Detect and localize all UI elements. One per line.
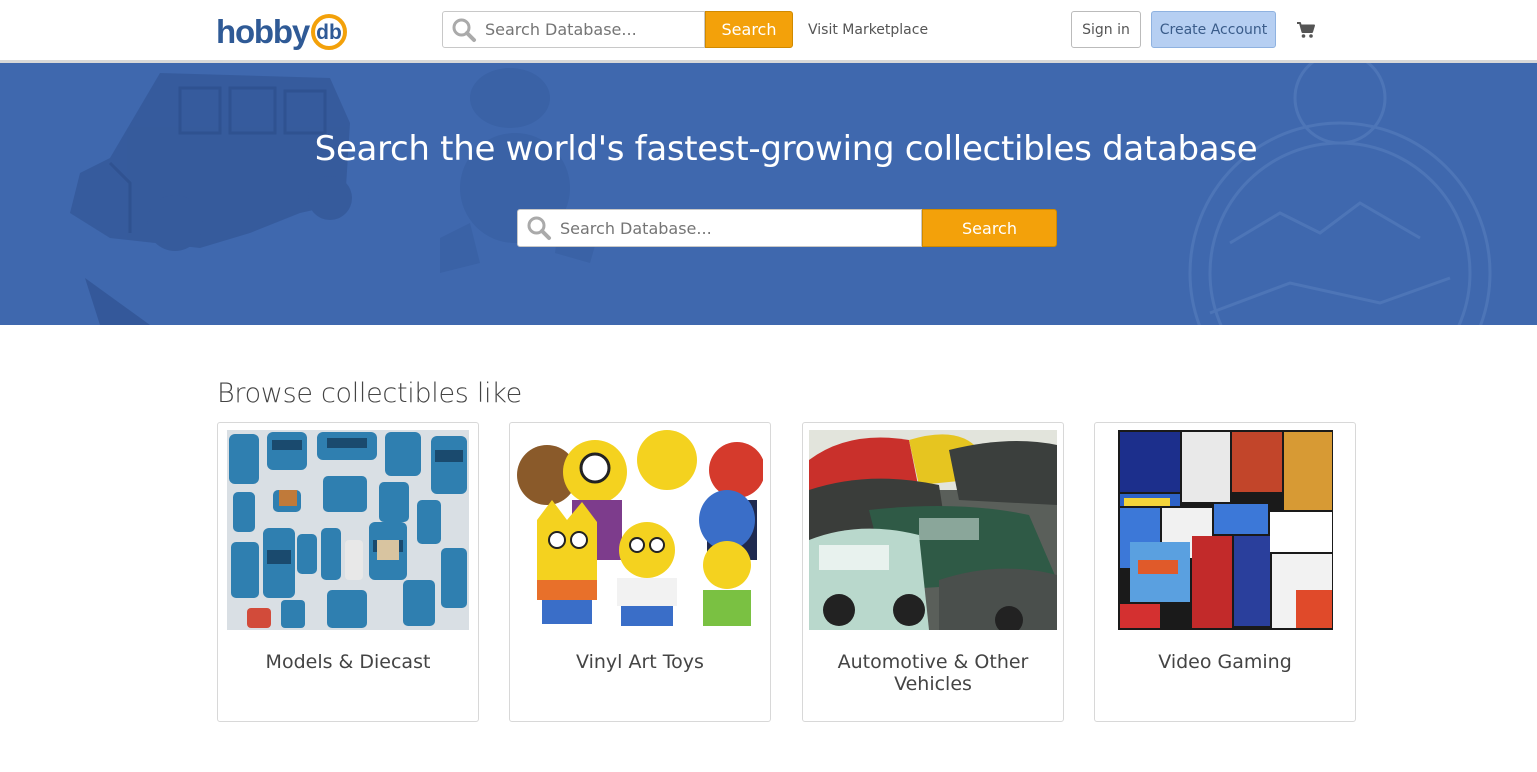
svg-text:db: db (316, 21, 342, 44)
sign-in-button[interactable]: Sign in (1071, 11, 1141, 48)
hero-search-input[interactable] (558, 217, 912, 239)
category-label: Models & Diecast (265, 651, 431, 673)
category-card-video-gaming[interactable]: Video Gaming (1094, 422, 1356, 722)
hero-banner: Search the world's fastest-growing colle… (0, 63, 1537, 325)
category-image-automotive-vehicles (809, 430, 1057, 630)
category-image-video-gaming (1118, 430, 1333, 630)
header-search-box (442, 11, 705, 48)
category-label: Automotive & Other Vehicles (837, 651, 1029, 695)
category-label: Vinyl Art Toys (576, 651, 704, 673)
hero-title: Search the world's fastest-growing colle… (314, 129, 1258, 169)
hero-search-button[interactable]: Search (922, 209, 1057, 247)
browse-section-title: Browse collectibles like (217, 378, 522, 409)
shopping-cart-icon[interactable] (1296, 21, 1316, 39)
category-image-models-diecast (227, 430, 469, 630)
logo-wordmark: hobby (216, 12, 310, 50)
hero-background-collectibles-illustration (70, 63, 1492, 325)
hobbydb-logo[interactable]: hobby db (216, 10, 348, 52)
category-card-models-diecast[interactable]: Models & Diecast (217, 422, 479, 722)
category-label: Video Gaming (1158, 651, 1292, 673)
logo-db-badge: db (310, 13, 348, 51)
category-card-automotive-vehicles[interactable]: Automotive & Other Vehicles (802, 422, 1064, 722)
header-search-button[interactable]: Search (705, 11, 793, 48)
search-icon (452, 18, 476, 42)
top-navbar: hobby db Search Visit Marketplace Sign i… (0, 0, 1537, 63)
hero-search-box (517, 209, 922, 247)
category-card-vinyl-art-toys[interactable]: Vinyl Art Toys (509, 422, 771, 722)
visit-marketplace-link[interactable]: Visit Marketplace (808, 22, 928, 38)
header-search-input[interactable] (483, 19, 697, 40)
category-image-vinyl-art-toys (517, 430, 763, 630)
create-account-button[interactable]: Create Account (1151, 11, 1276, 48)
search-icon (527, 216, 551, 240)
